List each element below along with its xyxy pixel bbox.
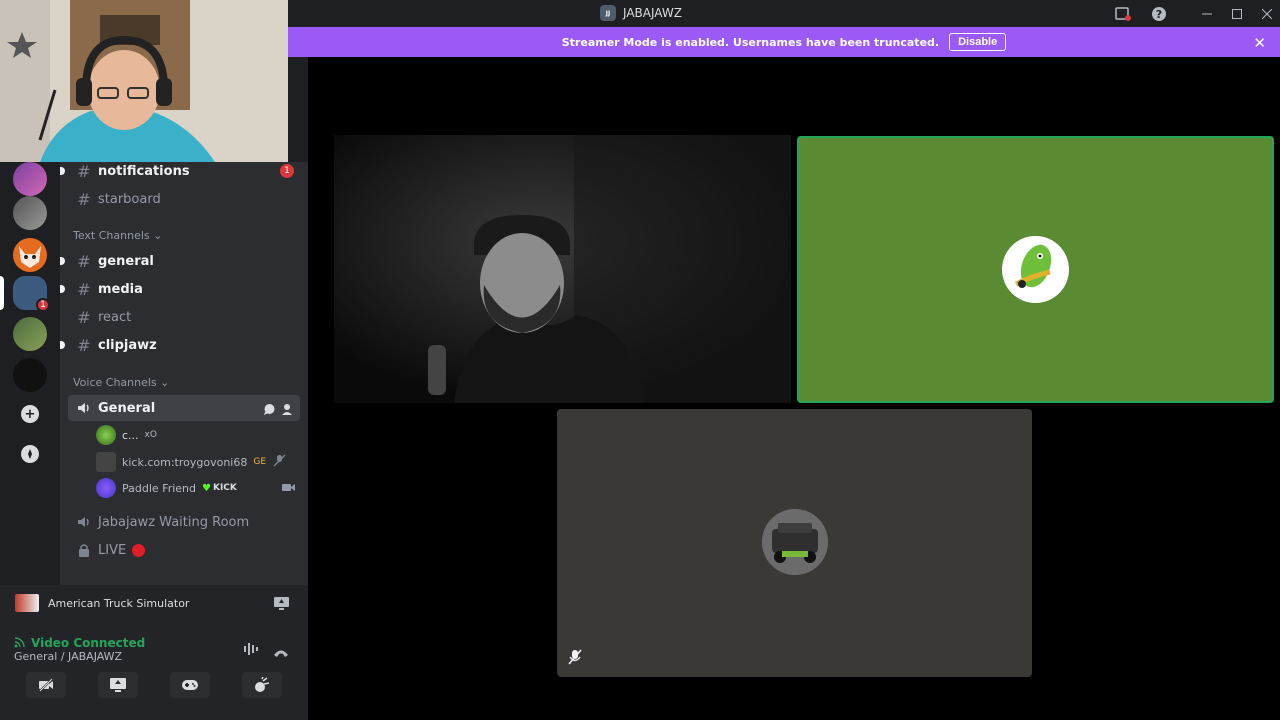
chevron-down-icon: ⌄: [153, 229, 163, 242]
voice-channel-general[interactable]: General: [68, 395, 300, 421]
help-icon[interactable]: ?: [1150, 5, 1168, 23]
window-close-icon[interactable]: [1258, 5, 1276, 23]
live-dot-icon: [132, 543, 146, 557]
camera-off-button[interactable]: [26, 672, 66, 698]
unread-indicator: [60, 341, 65, 349]
category-voice-channels[interactable]: Voice Channels ⌄: [73, 376, 169, 389]
voice-user-tag: xO: [144, 430, 157, 440]
channel-clipjawz[interactable]: # clipjawz: [60, 332, 300, 358]
speaker-icon: [73, 515, 95, 529]
voice-status-text[interactable]: Video Connected: [31, 636, 145, 650]
hash-icon: #: [77, 307, 91, 327]
voice-user[interactable]: c... xO: [96, 424, 157, 446]
disable-streamer-mode-button[interactable]: Disable: [949, 33, 1007, 51]
unread-indicator: [60, 285, 65, 293]
compass-icon[interactable]: [21, 445, 39, 463]
server-icon[interactable]: [13, 358, 47, 392]
channel-general[interactable]: # general: [60, 248, 300, 274]
inbox-icon[interactable]: [1114, 5, 1132, 23]
close-icon[interactable]: ✕: [1253, 34, 1266, 52]
hash-icon: #: [77, 161, 91, 181]
screen-share-button[interactable]: [98, 672, 138, 698]
muted-mic-icon: [273, 454, 286, 470]
voice-user-name: c...: [122, 428, 139, 442]
channel-name: notifications: [98, 163, 190, 179]
window-title: JABAJAWZ: [623, 6, 682, 20]
video-tile-camera[interactable]: [334, 135, 791, 403]
channel-media[interactable]: # media: [60, 276, 300, 302]
streamer-mode-banner: Streamer Mode is enabled. Usernames have…: [288, 27, 1280, 57]
server-icon[interactable]: [13, 317, 47, 351]
server-icon[interactable]: [13, 162, 47, 196]
disconnect-icon[interactable]: [273, 643, 289, 662]
channel-name: LIVE: [98, 542, 127, 558]
hash-icon: #: [77, 251, 91, 271]
lock-icon: [73, 543, 95, 557]
channel-name: general: [98, 253, 154, 269]
chevron-down-icon: ⌄: [160, 376, 170, 389]
invite-icon[interactable]: [281, 401, 294, 420]
game-icon: [15, 594, 39, 612]
minimize-icon[interactable]: [1198, 5, 1216, 23]
heart-icon: ♥: [202, 482, 211, 494]
server-mention-badge: 1: [36, 298, 50, 312]
channel-name: General: [98, 400, 156, 416]
avatar: [762, 509, 828, 575]
server-mini-icon: JJ: [600, 5, 616, 21]
channel-name: react: [98, 309, 132, 325]
voice-channel-waiting-room[interactable]: Jabajawz Waiting Room: [68, 509, 300, 535]
noise-suppression-icon[interactable]: [243, 641, 259, 660]
voice-connection-panel: Video Connected General / JABAJAWZ: [0, 621, 308, 720]
add-server-icon[interactable]: +: [21, 405, 39, 423]
unread-indicator: [60, 257, 65, 265]
voice-user-name: kick.com:troygovoni68: [122, 455, 248, 469]
streamer-webcam-overlay: [0, 0, 288, 162]
category-label: Voice Channels: [73, 376, 157, 389]
speaker-icon: [73, 401, 95, 415]
activities-button[interactable]: [170, 672, 210, 698]
category-text-channels[interactable]: Text Channels ⌄: [73, 229, 162, 242]
muted-mic-icon: [567, 649, 583, 669]
channel-name: starboard: [98, 191, 161, 207]
hash-icon: #: [77, 189, 91, 209]
category-label: Text Channels: [73, 229, 150, 242]
hash-icon: #: [77, 279, 91, 299]
window-title-group: JJ JABAJAWZ: [600, 5, 682, 21]
unread-indicator: [60, 167, 65, 175]
voice-user[interactable]: kick.com:troygovoni68 GE: [96, 451, 286, 473]
channel-name: clipjawz: [98, 337, 157, 353]
voice-location[interactable]: General / JABAJAWZ: [14, 650, 122, 663]
avatar: [96, 425, 116, 445]
video-icon: [282, 482, 295, 496]
video-tile-avatar[interactable]: [797, 136, 1274, 403]
soundboard-button[interactable]: [242, 672, 282, 698]
discord-window: JJ JABAJAWZ ? Streamer Mode is enabled. …: [0, 0, 1280, 720]
chat-icon[interactable]: [263, 401, 276, 420]
screen-share-icon[interactable]: [274, 595, 289, 614]
avatar: [96, 452, 116, 472]
avatar: [96, 478, 116, 498]
game-name: American Truck Simulator: [48, 596, 190, 610]
hash-icon: #: [77, 335, 91, 355]
voice-channel-live[interactable]: LIVE: [68, 537, 300, 563]
maximize-icon[interactable]: [1228, 5, 1246, 23]
selected-server-pill: [0, 276, 4, 310]
voice-user-tag: KICK: [212, 483, 237, 493]
server-icon[interactable]: [13, 196, 47, 230]
channel-name: Jabajawz Waiting Room: [98, 514, 250, 530]
server-icon[interactable]: [13, 238, 47, 272]
voice-user-tag: GE: [253, 457, 267, 467]
channel-name: media: [98, 281, 143, 297]
video-tile-muted-user[interactable]: [557, 409, 1032, 677]
server-icon-jabajawz[interactable]: 1: [13, 276, 50, 312]
activity-panel[interactable]: American Truck Simulator: [0, 585, 308, 621]
svg-text:?: ?: [1156, 8, 1162, 21]
channel-react[interactable]: # react: [68, 304, 300, 330]
mention-badge: 1: [280, 164, 294, 178]
banner-text: Streamer Mode is enabled. Usernames have…: [561, 35, 940, 49]
avatar: [1002, 236, 1069, 303]
voice-user-name: Paddle Friend: [122, 481, 196, 495]
channel-starboard[interactable]: # starboard: [68, 186, 300, 212]
voice-user[interactable]: Paddle Friend ♥ KICK: [96, 477, 295, 499]
